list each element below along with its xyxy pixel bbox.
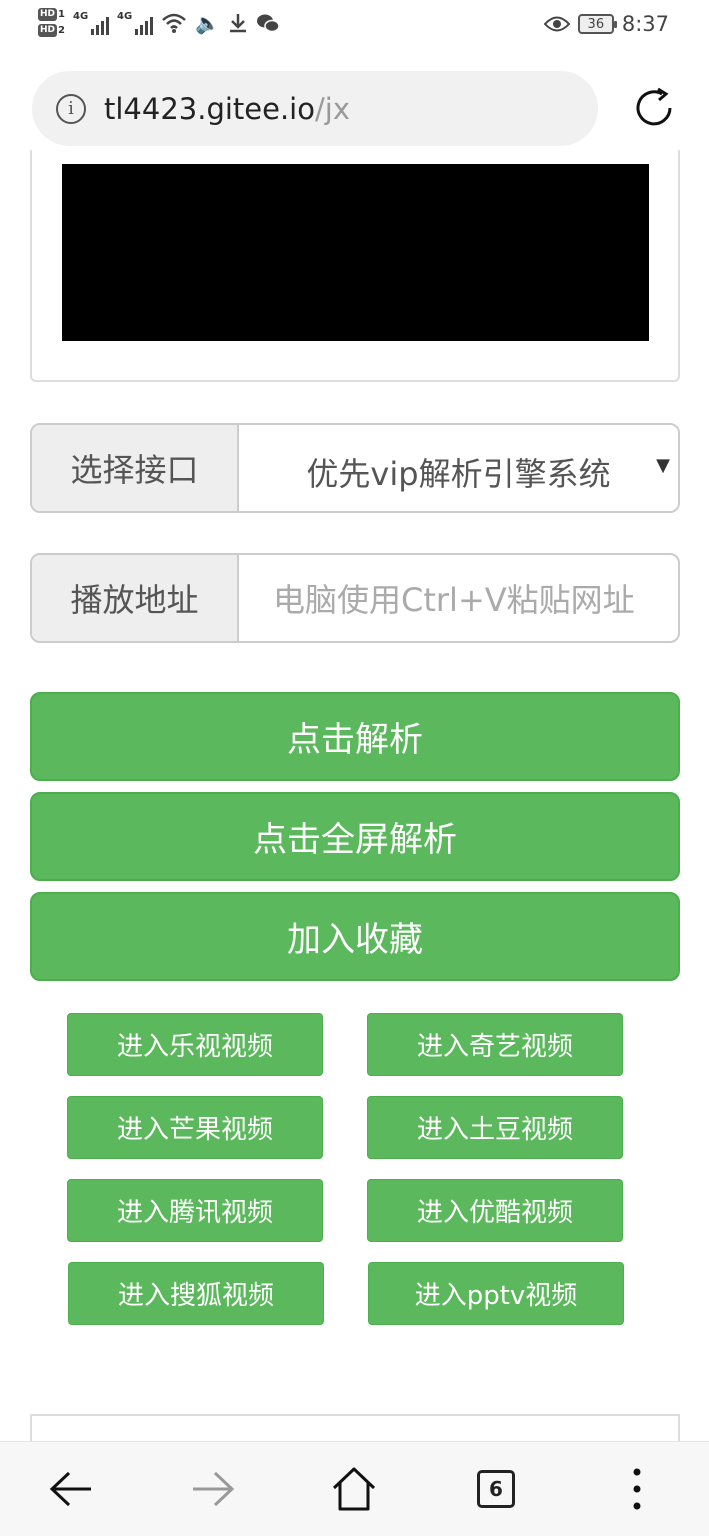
clock: 8:37 (621, 12, 669, 36)
url-text[interactable]: tl4423.gitee.io/jx (104, 92, 350, 126)
signal-icon-1: 4G (73, 11, 109, 35)
site-link-sohu[interactable]: 进入搜狐视频 (68, 1262, 324, 1325)
dropdown-caret-icon: ▼ (656, 455, 670, 476)
eye-icon (543, 16, 570, 32)
tabs-button[interactable]: 6 (471, 1464, 521, 1514)
reload-icon[interactable] (632, 86, 676, 130)
interface-select[interactable]: 优先vip解析引擎系统 ▼ (239, 425, 678, 511)
volume-icon: 🔈 (194, 10, 220, 35)
back-button[interactable] (46, 1464, 96, 1514)
battery-icon: 36 (577, 14, 617, 34)
site-link-youku[interactable]: 进入优酷视频 (367, 1179, 623, 1242)
home-button[interactable] (329, 1464, 379, 1514)
more-vertical-icon (633, 1468, 641, 1510)
hd-indicator-2: HD 2 (38, 24, 65, 37)
info-icon[interactable]: i (56, 93, 86, 124)
play-address-group: 播放地址 电脑使用Ctrl+V粘贴网址 (30, 553, 680, 643)
parse-button[interactable]: 点击解析 (30, 692, 680, 781)
download-icon (229, 13, 246, 32)
url-path: /jx (315, 91, 350, 126)
status-left: HD 1 HD 2 4G 4G 🔈 (38, 8, 280, 37)
address-bar[interactable]: i tl4423.gitee.io/jx (32, 71, 598, 146)
interface-select-group: 选择接口 优先vip解析引擎系统 ▼ (30, 423, 680, 513)
forward-button[interactable] (188, 1464, 238, 1514)
play-address-input[interactable]: 电脑使用Ctrl+V粘贴网址 (239, 555, 678, 641)
interface-select-value: 优先vip解析引擎系统 (306, 455, 611, 493)
tabs-count: 6 (477, 1470, 515, 1508)
site-link-pptv[interactable]: 进入pptv视频 (368, 1262, 624, 1325)
home-icon (332, 1467, 376, 1511)
hd-indicators: HD 1 HD 2 (38, 8, 65, 37)
site-link-letv[interactable]: 进入乐视视频 (67, 1013, 323, 1076)
add-favorite-button[interactable]: 加入收藏 (30, 892, 680, 981)
signal-icon-2: 4G (117, 11, 153, 35)
interface-label: 选择接口 (32, 425, 239, 511)
play-address-label: 播放地址 (32, 555, 239, 641)
back-arrow-icon (49, 1471, 91, 1507)
hd-indicator-1: HD 1 (38, 8, 65, 21)
wechat-icon (256, 14, 280, 32)
wifi-icon (162, 13, 186, 33)
forward-arrow-icon (193, 1471, 235, 1507)
site-link-mgtv[interactable]: 进入芒果视频 (67, 1096, 323, 1159)
url-host: tl4423.gitee.io (104, 91, 315, 126)
site-link-tudou[interactable]: 进入土豆视频 (367, 1096, 623, 1159)
site-link-iqiyi[interactable]: 进入奇艺视频 (367, 1013, 623, 1076)
status-right: 36 8:37 (543, 12, 669, 36)
site-link-tencent[interactable]: 进入腾讯视频 (67, 1179, 323, 1242)
video-panel (30, 150, 680, 382)
status-bar: HD 1 HD 2 4G 4G 🔈 36 8:37 (0, 0, 709, 56)
video-player[interactable] (62, 164, 649, 341)
bottom-nav-bar: 6 (0, 1441, 709, 1536)
fullscreen-parse-button[interactable]: 点击全屏解析 (30, 792, 680, 881)
menu-button[interactable] (612, 1464, 662, 1514)
